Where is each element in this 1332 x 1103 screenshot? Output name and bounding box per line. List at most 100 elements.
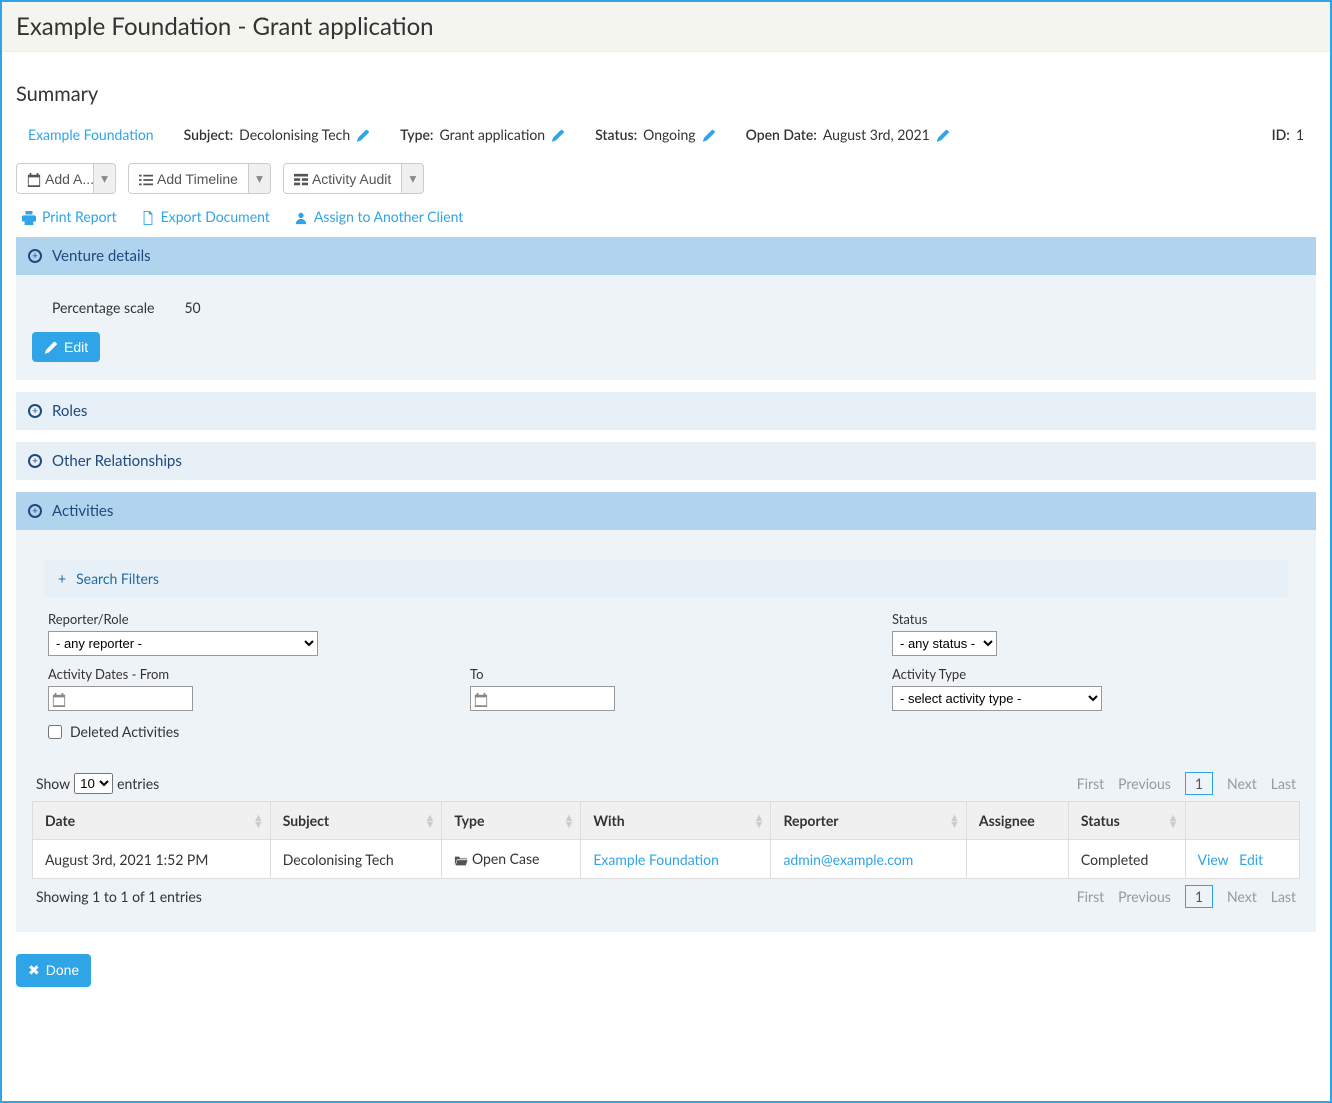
deleted-activities-label: Deleted Activities — [70, 723, 179, 740]
pencil-icon[interactable] — [702, 126, 716, 143]
pager-next[interactable]: Next — [1227, 888, 1257, 905]
reporter-link[interactable]: admin@example.com — [783, 851, 913, 868]
done-button[interactable]: ✖ Done — [16, 954, 91, 987]
collapse-icon: + — [58, 570, 66, 587]
export-document-link[interactable]: Export Document — [141, 208, 270, 225]
date-to-filter: To — [470, 666, 862, 711]
cell-reporter: admin@example.com — [771, 840, 966, 878]
entries-length: Show 10 entries — [36, 773, 159, 794]
id-item: ID: 1 — [1272, 126, 1304, 143]
col-type[interactable]: Type▲▼ — [442, 802, 581, 840]
subject-item: Subject: Decolonising Tech — [184, 126, 371, 143]
pager-prev[interactable]: Previous — [1118, 888, 1171, 905]
other-relationships-header[interactable]: + Other Relationships — [16, 442, 1316, 480]
percentage-scale-label: Percentage scale — [52, 299, 154, 316]
sort-icon: ▲▼ — [425, 814, 436, 828]
table-icon — [294, 170, 308, 186]
activities-table: Date▲▼ Subject▲▼ Type▲▼ With▲▼ Reporter▲… — [32, 801, 1300, 878]
print-report-link[interactable]: Print Report — [22, 208, 117, 225]
col-date[interactable]: Date▲▼ — [33, 802, 271, 840]
pager-bottom: First Previous 1 Next Last — [1077, 885, 1296, 908]
activity-audit-caret[interactable]: ▾ — [402, 163, 424, 193]
add-activity-caret[interactable]: ▾ — [94, 163, 116, 193]
caret-down-icon: ▾ — [409, 171, 416, 187]
edit-link[interactable]: Edit — [1239, 851, 1263, 868]
cell-type: Open Case — [442, 840, 581, 878]
close-icon: ✖ — [28, 962, 40, 979]
col-with[interactable]: With▲▼ — [581, 802, 771, 840]
assign-client-link[interactable]: Assign to Another Client — [294, 208, 464, 225]
caret-down-icon: ▾ — [256, 171, 263, 187]
col-status[interactable]: Status▲▼ — [1068, 802, 1185, 840]
folder-open-icon — [454, 850, 468, 867]
activity-type-filter: Activity Type - select activity type - — [892, 666, 1284, 711]
client-link[interactable]: Example Foundation — [28, 126, 154, 143]
caret-down-icon: ▾ — [101, 171, 108, 187]
venture-details-header[interactable]: + Venture details — [16, 237, 1316, 275]
cell-with: Example Foundation — [581, 840, 771, 878]
sort-icon: ▲▼ — [1168, 814, 1179, 828]
date-from-filter: Activity Dates - From — [48, 666, 440, 711]
cell-subject: Decolonising Tech — [270, 840, 442, 878]
activity-audit-group: Activity Audit ▾ — [283, 163, 424, 193]
pager-last[interactable]: Last — [1271, 888, 1296, 905]
deleted-activities-checkbox[interactable] — [48, 725, 62, 739]
pager-last[interactable]: Last — [1271, 775, 1296, 792]
pager-page-1[interactable]: 1 — [1185, 885, 1213, 908]
col-subject[interactable]: Subject▲▼ — [270, 802, 442, 840]
sort-icon: ▲▼ — [754, 814, 765, 828]
pager-prev[interactable]: Previous — [1118, 775, 1171, 792]
add-timeline-caret[interactable]: ▾ — [249, 163, 271, 193]
col-reporter[interactable]: Reporter▲▼ — [771, 802, 966, 840]
pager-next[interactable]: Next — [1227, 775, 1257, 792]
expand-icon: + — [28, 404, 42, 418]
status-select[interactable]: - any status - — [892, 631, 997, 656]
search-filters-header[interactable]: + Search Filters — [44, 560, 1288, 597]
pager-page-1[interactable]: 1 — [1185, 772, 1213, 795]
activities-header[interactable]: + Activities — [16, 492, 1316, 530]
list-icon — [139, 170, 153, 186]
pencil-icon[interactable] — [356, 126, 370, 143]
cell-assignee — [966, 840, 1068, 878]
add-timeline-group: Add Timeline ▾ — [128, 163, 271, 193]
sort-icon: ▲▼ — [253, 814, 264, 828]
date-to-input[interactable] — [470, 686, 615, 711]
open-date-item: Open Date: August 3rd, 2021 — [746, 126, 950, 143]
print-icon — [22, 208, 36, 225]
page-title: Example Foundation - Grant application — [16, 12, 1316, 41]
file-icon — [141, 208, 155, 225]
summary-row: Example Foundation Subject: Decolonising… — [16, 120, 1316, 149]
pencil-icon[interactable] — [936, 126, 950, 143]
pencil-icon — [44, 339, 58, 355]
entries-select[interactable]: 10 — [74, 773, 113, 794]
activity-type-select[interactable]: - select activity type - — [892, 686, 1102, 711]
calendar-icon — [52, 690, 66, 707]
pager-first[interactable]: First — [1077, 888, 1104, 905]
reporter-select[interactable]: - any reporter - — [48, 631, 318, 656]
expand-icon: + — [28, 454, 42, 468]
add-activity-button[interactable]: Add A... — [16, 163, 94, 193]
venture-details-body: Percentage scale 50 Edit — [16, 275, 1316, 380]
collapse-icon: + — [28, 249, 42, 263]
edit-button[interactable]: Edit — [32, 332, 100, 362]
activities-body: + Search Filters Reporter/Role - any rep… — [16, 530, 1316, 931]
view-link[interactable]: View — [1198, 851, 1229, 868]
status-item: Status: Ongoing — [595, 126, 715, 143]
col-actions — [1185, 802, 1299, 840]
cell-actions: View Edit — [1185, 840, 1299, 878]
add-timeline-button[interactable]: Add Timeline — [128, 163, 249, 193]
collapse-icon: + — [28, 504, 42, 518]
activity-audit-button[interactable]: Activity Audit — [283, 163, 402, 193]
cell-status: Completed — [1068, 840, 1185, 878]
pager-first[interactable]: First — [1077, 775, 1104, 792]
add-activity-group: Add A... ▾ — [16, 163, 116, 193]
date-from-input[interactable] — [48, 686, 193, 711]
col-assignee[interactable]: Assignee — [966, 802, 1068, 840]
pencil-icon[interactable] — [551, 126, 565, 143]
roles-header[interactable]: + Roles — [16, 392, 1316, 430]
percentage-scale-value: 50 — [184, 299, 200, 316]
with-link[interactable]: Example Foundation — [593, 851, 719, 868]
table-row: August 3rd, 2021 1:52 PM Decolonising Te… — [33, 840, 1300, 878]
type-item: Type: Grant application — [400, 126, 565, 143]
sort-icon: ▲▼ — [949, 814, 960, 828]
